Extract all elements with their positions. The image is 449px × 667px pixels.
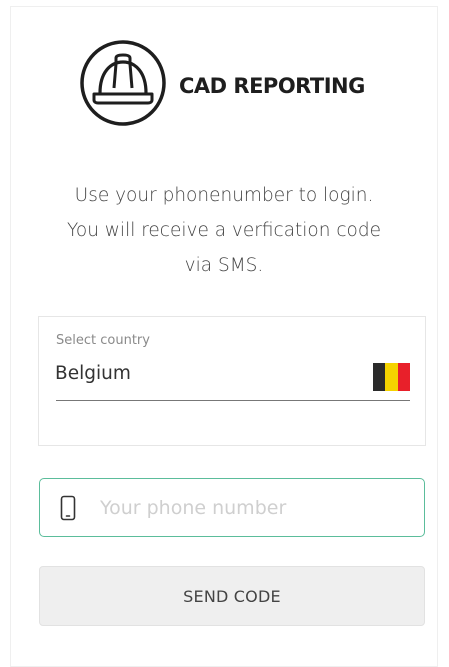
country-label: Select country xyxy=(56,333,150,348)
country-selector[interactable]: Select country Belgium xyxy=(38,316,426,446)
belgium-flag-icon xyxy=(373,363,410,391)
login-instructions: Use your phonenumber to login. You will … xyxy=(20,178,428,283)
brand-title: CAD REPORTING xyxy=(179,74,365,98)
instruction-line: You will receive a verfication code xyxy=(67,220,381,241)
phone-number-input[interactable] xyxy=(100,496,400,519)
helmet-icon xyxy=(80,40,166,126)
country-value[interactable]: Belgium xyxy=(55,363,131,384)
instruction-line: Use your phonenumber to login. xyxy=(74,185,374,206)
country-underline xyxy=(56,400,410,401)
logo xyxy=(78,38,168,128)
mobile-phone-icon xyxy=(60,495,76,520)
send-code-button[interactable]: SEND CODE xyxy=(39,566,425,626)
instruction-line: via SMS. xyxy=(184,255,264,276)
phone-field[interactable] xyxy=(39,478,425,537)
